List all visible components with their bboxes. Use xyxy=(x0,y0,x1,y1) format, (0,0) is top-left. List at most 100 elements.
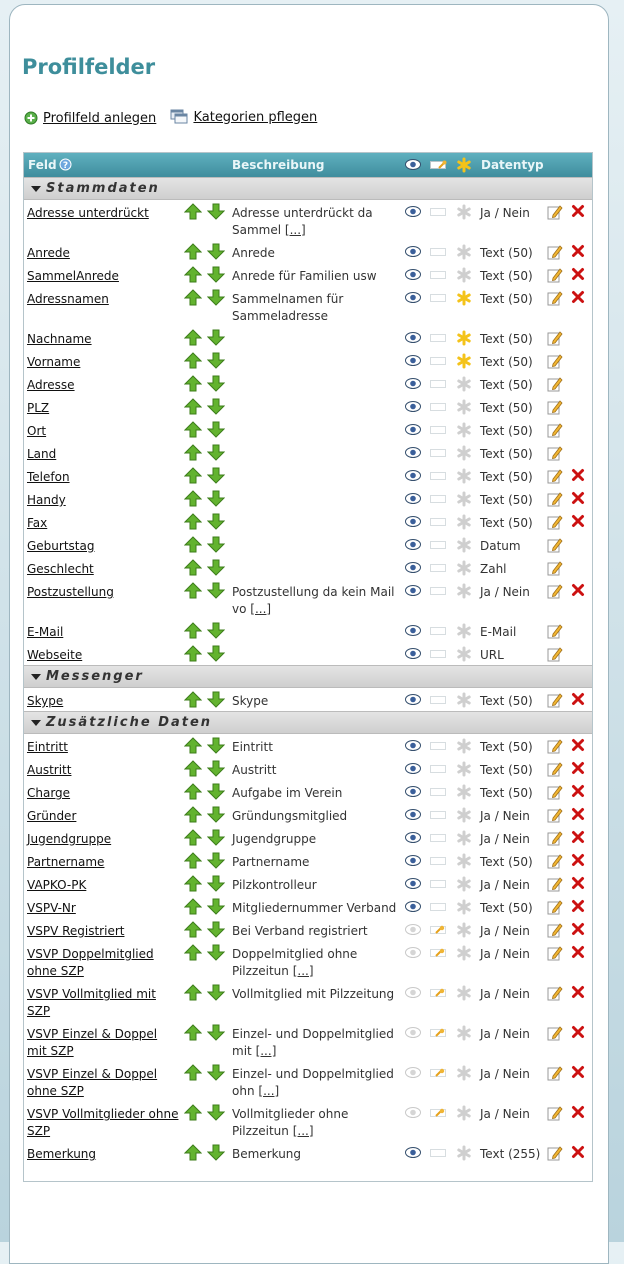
delete-icon[interactable] xyxy=(571,267,585,284)
move-down-icon[interactable] xyxy=(206,467,226,487)
move-up-icon[interactable] xyxy=(183,421,203,441)
move-down-icon[interactable] xyxy=(206,490,226,510)
move-down-icon[interactable] xyxy=(206,898,226,918)
move-up-icon[interactable] xyxy=(183,266,203,286)
delete-icon[interactable] xyxy=(571,583,585,600)
description-more-link[interactable]: [...] xyxy=(293,964,314,978)
description-more-link[interactable]: [...] xyxy=(250,602,271,616)
move-up-icon[interactable] xyxy=(183,329,203,349)
manage-categories-link[interactable]: Kategorien pflegen xyxy=(170,109,317,125)
move-down-icon[interactable] xyxy=(206,1104,226,1124)
edit-pencil-icon[interactable] xyxy=(547,1065,563,1084)
move-down-icon[interactable] xyxy=(206,875,226,895)
move-up-icon[interactable] xyxy=(183,645,203,665)
delete-icon[interactable] xyxy=(571,807,585,824)
delete-icon[interactable] xyxy=(571,985,585,1002)
edit-pencil-icon[interactable] xyxy=(547,376,563,395)
move-down-icon[interactable] xyxy=(206,760,226,780)
edit-pencil-icon[interactable] xyxy=(547,830,563,849)
move-up-icon[interactable] xyxy=(183,352,203,372)
move-down-icon[interactable] xyxy=(206,691,226,711)
field-name-link[interactable]: Handy xyxy=(27,492,179,509)
edit-pencil-icon[interactable] xyxy=(547,1105,563,1124)
delete-icon[interactable] xyxy=(571,945,585,962)
delete-icon[interactable] xyxy=(571,830,585,847)
edit-pencil-icon[interactable] xyxy=(547,290,563,309)
field-name-link[interactable]: Vorname xyxy=(27,354,179,371)
move-down-icon[interactable] xyxy=(206,1024,226,1044)
field-name-link[interactable]: VSVP Vollmitglieder ohne SZP xyxy=(27,1106,179,1140)
add-field-link[interactable]: Profilfeld anlegen xyxy=(24,111,156,126)
move-up-icon[interactable] xyxy=(183,1104,203,1124)
field-name-link[interactable]: E-Mail xyxy=(27,624,179,641)
field-name-link[interactable]: Anrede xyxy=(27,245,179,262)
move-up-icon[interactable] xyxy=(183,398,203,418)
move-up-icon[interactable] xyxy=(183,375,203,395)
help-icon[interactable]: ? xyxy=(59,158,72,174)
field-name-link[interactable]: VSPV-Nr xyxy=(27,900,179,917)
edit-pencil-icon[interactable] xyxy=(547,784,563,803)
edit-pencil-icon[interactable] xyxy=(547,623,563,642)
field-name-link[interactable]: Geburtstag xyxy=(27,538,179,555)
move-up-icon[interactable] xyxy=(183,559,203,579)
edit-pencil-icon[interactable] xyxy=(547,491,563,510)
delete-icon[interactable] xyxy=(571,1105,585,1122)
move-down-icon[interactable] xyxy=(206,266,226,286)
edit-pencil-icon[interactable] xyxy=(547,330,563,349)
move-down-icon[interactable] xyxy=(206,1144,226,1164)
move-up-icon[interactable] xyxy=(183,203,203,223)
move-down-icon[interactable] xyxy=(206,737,226,757)
move-up-icon[interactable] xyxy=(183,875,203,895)
field-name-link[interactable]: Adresse unterdrückt xyxy=(27,205,179,222)
edit-pencil-icon[interactable] xyxy=(547,560,563,579)
delete-icon[interactable] xyxy=(571,784,585,801)
move-down-icon[interactable] xyxy=(206,536,226,556)
edit-pencil-icon[interactable] xyxy=(547,445,563,464)
move-up-icon[interactable] xyxy=(183,944,203,964)
move-up-icon[interactable] xyxy=(183,243,203,263)
move-down-icon[interactable] xyxy=(206,421,226,441)
edit-pencil-icon[interactable] xyxy=(547,244,563,263)
move-up-icon[interactable] xyxy=(183,444,203,464)
edit-pencil-icon[interactable] xyxy=(547,204,563,223)
delete-icon[interactable] xyxy=(571,876,585,893)
move-up-icon[interactable] xyxy=(183,852,203,872)
move-up-icon[interactable] xyxy=(183,737,203,757)
move-down-icon[interactable] xyxy=(206,513,226,533)
field-name-link[interactable]: Gründer xyxy=(27,808,179,825)
field-name-link[interactable]: Geschlecht xyxy=(27,561,179,578)
delete-icon[interactable] xyxy=(571,468,585,485)
field-name-link[interactable]: Jugendgruppe xyxy=(27,831,179,848)
delete-icon[interactable] xyxy=(571,692,585,709)
field-name-link[interactable]: Ort xyxy=(27,423,179,440)
collapse-triangle-icon[interactable] xyxy=(31,186,41,192)
category-header[interactable]: Messenger xyxy=(24,665,592,688)
move-up-icon[interactable] xyxy=(183,829,203,849)
category-header[interactable]: Zusätzliche Daten xyxy=(24,711,592,734)
move-up-icon[interactable] xyxy=(183,1024,203,1044)
field-name-link[interactable]: VSVP Doppelmitglied ohne SZP xyxy=(27,946,179,980)
edit-pencil-icon[interactable] xyxy=(547,353,563,372)
delete-icon[interactable] xyxy=(571,514,585,531)
edit-pencil-icon[interactable] xyxy=(547,514,563,533)
description-more-link[interactable]: [...] xyxy=(293,1124,314,1138)
edit-pencil-icon[interactable] xyxy=(547,267,563,286)
move-down-icon[interactable] xyxy=(206,375,226,395)
edit-pencil-icon[interactable] xyxy=(547,876,563,895)
move-down-icon[interactable] xyxy=(206,944,226,964)
field-name-link[interactable]: Webseite xyxy=(27,647,179,664)
delete-icon[interactable] xyxy=(571,1145,585,1162)
edit-pencil-icon[interactable] xyxy=(547,537,563,556)
move-up-icon[interactable] xyxy=(183,783,203,803)
delete-icon[interactable] xyxy=(571,922,585,939)
field-name-link[interactable]: VSVP Vollmitglied mit SZP xyxy=(27,986,179,1020)
move-up-icon[interactable] xyxy=(183,622,203,642)
move-up-icon[interactable] xyxy=(183,289,203,309)
description-more-link[interactable]: [...] xyxy=(258,1084,279,1098)
field-name-link[interactable]: Postzustellung xyxy=(27,584,179,601)
edit-pencil-icon[interactable] xyxy=(547,646,563,665)
move-up-icon[interactable] xyxy=(183,691,203,711)
edit-pencil-icon[interactable] xyxy=(547,583,563,602)
move-down-icon[interactable] xyxy=(206,329,226,349)
edit-pencil-icon[interactable] xyxy=(547,399,563,418)
